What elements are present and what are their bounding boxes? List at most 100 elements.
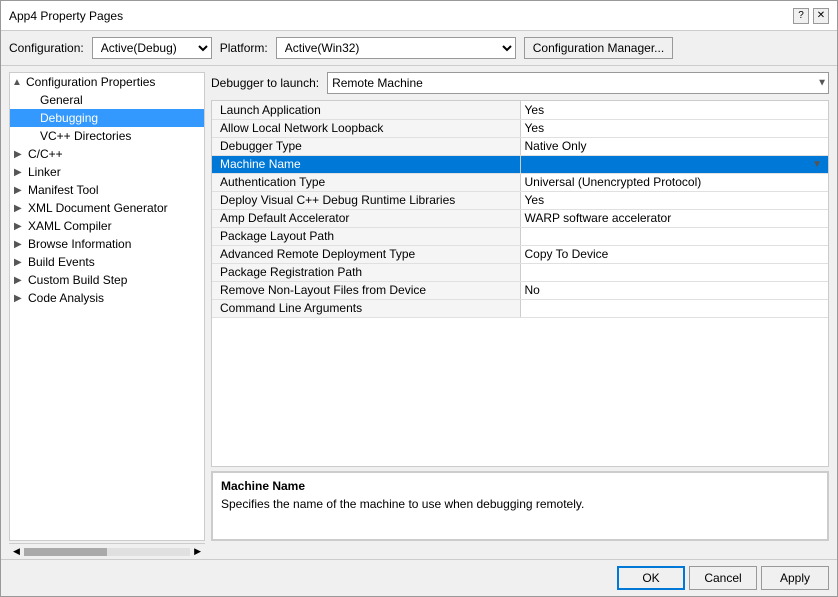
sidebar-item-general[interactable]: General bbox=[10, 91, 204, 109]
cancel-button[interactable]: Cancel bbox=[689, 566, 757, 590]
apply-button[interactable]: Apply bbox=[761, 566, 829, 590]
ok-button[interactable]: OK bbox=[617, 566, 685, 590]
prop-value-deploy-libs: Yes bbox=[520, 191, 828, 209]
sidebar: ▲ Configuration Properties General Debug… bbox=[9, 72, 205, 541]
sidebar-item-linker[interactable]: ▶ Linker bbox=[10, 163, 204, 181]
prop-name-adv-remote: Advanced Remote Deployment Type bbox=[212, 245, 520, 263]
close-button[interactable]: ✕ bbox=[813, 8, 829, 24]
prop-value-adv-remote: Copy To Device bbox=[520, 245, 828, 263]
sidebar-item-label-general: General bbox=[40, 93, 83, 107]
prop-name-remove-nonlayout: Remove Non-Layout Files from Device bbox=[212, 281, 520, 299]
help-button[interactable]: ? bbox=[793, 8, 809, 24]
tree-arrow-browse: ▶ bbox=[14, 239, 26, 250]
sidebar-item-label-debugging: Debugging bbox=[40, 111, 98, 125]
config-manager-button[interactable]: Configuration Manager... bbox=[524, 37, 673, 59]
tree-arrow-c-cpp: ▶ bbox=[14, 149, 26, 160]
prop-value-machine-name: ▼ bbox=[520, 155, 828, 173]
table-row-launch-app[interactable]: Launch Application Yes bbox=[212, 101, 828, 119]
sidebar-item-xml-doc[interactable]: ▶ XML Document Generator bbox=[10, 199, 204, 217]
tree-arrow-xaml: ▶ bbox=[14, 221, 26, 232]
props-table-container: Launch Application Yes Allow Local Netwo… bbox=[211, 100, 829, 467]
sidebar-item-vc-dirs[interactable]: VC++ Directories bbox=[10, 127, 204, 145]
sidebar-item-custom-build[interactable]: ▶ Custom Build Step bbox=[10, 271, 204, 289]
machine-name-dropdown-icon[interactable]: ▼ bbox=[812, 159, 822, 170]
debugger-select-container: Remote Machine ▼ bbox=[327, 72, 829, 94]
table-row-debugger-type[interactable]: Debugger Type Native Only bbox=[212, 137, 828, 155]
table-row-amp-accel[interactable]: Amp Default Accelerator WARP software ac… bbox=[212, 209, 828, 227]
table-row-cmd-args[interactable]: Command Line Arguments bbox=[212, 299, 828, 317]
tree-arrow-custom-build: ▶ bbox=[14, 275, 26, 286]
prop-name-cmd-args: Command Line Arguments bbox=[212, 299, 520, 317]
sidebar-item-label-xaml: XAML Compiler bbox=[28, 219, 112, 233]
tree-arrow-xml: ▶ bbox=[14, 203, 26, 214]
sidebar-scrollbar[interactable]: ◀ ▶ bbox=[9, 543, 205, 559]
sidebar-item-label-linker: Linker bbox=[28, 165, 61, 179]
machine-name-value-row: ▼ bbox=[525, 159, 825, 170]
bottom-bar: OK Cancel Apply bbox=[1, 559, 837, 596]
sidebar-item-build-events[interactable]: ▶ Build Events bbox=[10, 253, 204, 271]
prop-value-debugger-type: Native Only bbox=[520, 137, 828, 155]
tree-arrow-debugging bbox=[26, 113, 38, 124]
sidebar-item-debugging[interactable]: Debugging bbox=[10, 109, 204, 127]
sidebar-item-xaml[interactable]: ▶ XAML Compiler bbox=[10, 217, 204, 235]
table-row-pkg-layout[interactable]: Package Layout Path bbox=[212, 227, 828, 245]
sidebar-item-label-custom-build: Custom Build Step bbox=[28, 273, 127, 287]
debugger-label: Debugger to launch: bbox=[211, 76, 319, 90]
dialog-title: App4 Property Pages bbox=[9, 9, 123, 23]
config-label: Configuration: bbox=[9, 41, 84, 55]
info-panel: Machine Name Specifies the name of the m… bbox=[211, 471, 829, 541]
table-row-adv-remote[interactable]: Advanced Remote Deployment Type Copy To … bbox=[212, 245, 828, 263]
prop-name-debugger-type: Debugger Type bbox=[212, 137, 520, 155]
tree-arrow-vc bbox=[26, 131, 38, 142]
sidebar-item-label-manifest: Manifest Tool bbox=[28, 183, 98, 197]
right-panel: Debugger to launch: Remote Machine ▼ Lau… bbox=[211, 72, 829, 541]
prop-name-auth: Authentication Type bbox=[212, 173, 520, 191]
prop-name-machine-name: Machine Name bbox=[212, 155, 520, 173]
sidebar-item-label-code-analysis: Code Analysis bbox=[28, 291, 104, 305]
prop-name-loopback: Allow Local Network Loopback bbox=[212, 119, 520, 137]
sidebar-item-label-browse: Browse Information bbox=[28, 237, 131, 251]
main-content: ▲ Configuration Properties General Debug… bbox=[1, 66, 837, 547]
prop-value-loopback: Yes bbox=[520, 119, 828, 137]
sidebar-item-label-vc: VC++ Directories bbox=[40, 129, 131, 143]
prop-value-auth: Universal (Unencrypted Protocol) bbox=[520, 173, 828, 191]
prop-name-pkg-reg: Package Registration Path bbox=[212, 263, 520, 281]
scroll-left-arrow[interactable]: ◀ bbox=[11, 546, 22, 557]
dialog: App4 Property Pages ? ✕ Configuration: A… bbox=[0, 0, 838, 597]
sidebar-item-browse[interactable]: ▶ Browse Information bbox=[10, 235, 204, 253]
prop-name-deploy-libs: Deploy Visual C++ Debug Runtime Librarie… bbox=[212, 191, 520, 209]
config-select[interactable]: Active(Debug) bbox=[92, 37, 212, 59]
prop-value-pkg-layout bbox=[520, 227, 828, 245]
debugger-select[interactable]: Remote Machine bbox=[327, 72, 829, 94]
scroll-track bbox=[24, 548, 190, 556]
sidebar-item-label-build-events: Build Events bbox=[28, 255, 95, 269]
table-row-machine-name[interactable]: Machine Name ▼ bbox=[212, 155, 828, 173]
sidebar-item-manifest-tool[interactable]: ▶ Manifest Tool bbox=[10, 181, 204, 199]
prop-value-amp-accel: WARP software accelerator bbox=[520, 209, 828, 227]
prop-value-pkg-reg bbox=[520, 263, 828, 281]
tree-arrow-general bbox=[26, 95, 38, 106]
table-row-pkg-reg-path[interactable]: Package Registration Path bbox=[212, 263, 828, 281]
sidebar-item-label-xml: XML Document Generator bbox=[28, 201, 168, 215]
platform-select[interactable]: Active(Win32) bbox=[276, 37, 516, 59]
tree-arrow-build-events: ▶ bbox=[14, 257, 26, 268]
sidebar-item-code-analysis[interactable]: ▶ Code Analysis bbox=[10, 289, 204, 307]
tree-arrow-manifest: ▶ bbox=[14, 185, 26, 196]
table-row-deploy-libs[interactable]: Deploy Visual C++ Debug Runtime Librarie… bbox=[212, 191, 828, 209]
tree-arrow-linker: ▶ bbox=[14, 167, 26, 178]
prop-value-launch-app: Yes bbox=[520, 101, 828, 119]
prop-value-remove-nonlayout: No bbox=[520, 281, 828, 299]
sidebar-item-c-cpp[interactable]: ▶ C/C++ bbox=[10, 145, 204, 163]
prop-name-pkg-layout: Package Layout Path bbox=[212, 227, 520, 245]
table-row-allow-loopback[interactable]: Allow Local Network Loopback Yes bbox=[212, 119, 828, 137]
platform-label: Platform: bbox=[220, 41, 268, 55]
table-row-auth-type[interactable]: Authentication Type Universal (Unencrypt… bbox=[212, 173, 828, 191]
prop-name-amp-accel: Amp Default Accelerator bbox=[212, 209, 520, 227]
tree-arrow-config: ▲ bbox=[12, 77, 24, 88]
sidebar-item-config-props[interactable]: ▲ Configuration Properties bbox=[10, 73, 204, 91]
table-row-remove-nonlayout[interactable]: Remove Non-Layout Files from Device No bbox=[212, 281, 828, 299]
title-bar-controls: ? ✕ bbox=[793, 8, 829, 24]
scroll-right-arrow[interactable]: ▶ bbox=[192, 546, 203, 557]
sidebar-item-label-c-cpp: C/C++ bbox=[28, 147, 63, 161]
scroll-thumb bbox=[24, 548, 107, 556]
